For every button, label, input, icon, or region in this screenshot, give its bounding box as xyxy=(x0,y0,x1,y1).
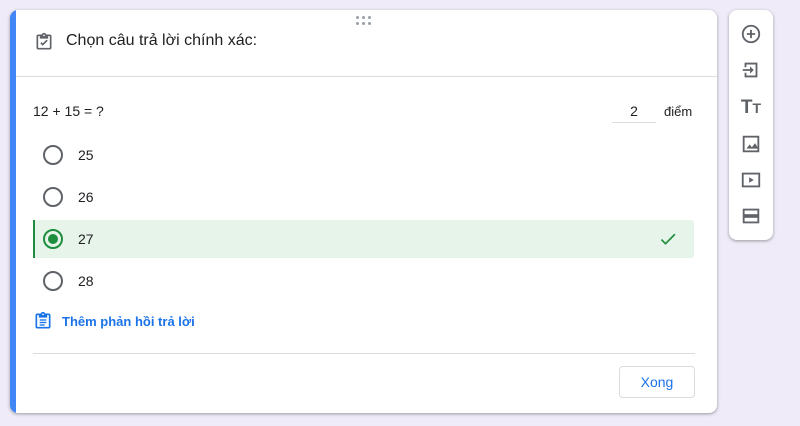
option-label: 26 xyxy=(78,189,94,205)
import-icon xyxy=(742,62,758,78)
section-title: Chọn câu trả lời chính xác: xyxy=(66,32,258,49)
radio-button[interactable] xyxy=(43,271,63,291)
video-icon xyxy=(741,172,761,188)
add-section-button[interactable] xyxy=(739,204,763,228)
plus-circle-icon xyxy=(741,24,761,44)
answer-key-header: Chọn câu trả lời chính xác: xyxy=(16,10,717,77)
done-button[interactable]: Xong xyxy=(619,366,695,398)
answer-option[interactable]: 25 xyxy=(33,136,694,174)
points-input[interactable] xyxy=(612,100,656,123)
feedback-clipboard-icon xyxy=(35,311,51,329)
option-label: 28 xyxy=(78,273,94,289)
radio-button[interactable] xyxy=(43,187,63,207)
add-video-button[interactable] xyxy=(739,168,763,192)
points-label: điểm xyxy=(664,104,693,119)
floating-toolbar: TT xyxy=(729,10,773,240)
clipboard-check-icon xyxy=(36,32,52,50)
radio-button[interactable] xyxy=(43,145,63,165)
answer-option[interactable]: 26 xyxy=(33,178,694,216)
add-title-description-button[interactable]: TT xyxy=(739,96,763,120)
add-answer-feedback-button[interactable]: Thêm phản hồi trả lời xyxy=(33,310,195,332)
option-label: 25 xyxy=(78,147,94,163)
image-icon xyxy=(742,135,760,153)
question-text: 12 + 15 = ? xyxy=(33,103,104,119)
section-icon xyxy=(742,208,760,224)
question-card: Chọn câu trả lời chính xác: 12 + 15 = ? … xyxy=(10,10,717,413)
add-image-button[interactable] xyxy=(739,132,763,156)
check-icon xyxy=(660,233,676,245)
radio-button-selected[interactable] xyxy=(43,229,63,249)
import-questions-button[interactable] xyxy=(739,58,763,82)
answer-option-correct[interactable]: 27 xyxy=(33,220,694,258)
option-label: 27 xyxy=(78,231,94,247)
answer-option[interactable]: 28 xyxy=(33,262,694,300)
feedback-label: Thêm phản hồi trả lời xyxy=(62,313,195,329)
divider xyxy=(33,353,695,354)
title-text-icon: TT xyxy=(740,97,762,118)
add-question-button[interactable] xyxy=(739,22,763,46)
